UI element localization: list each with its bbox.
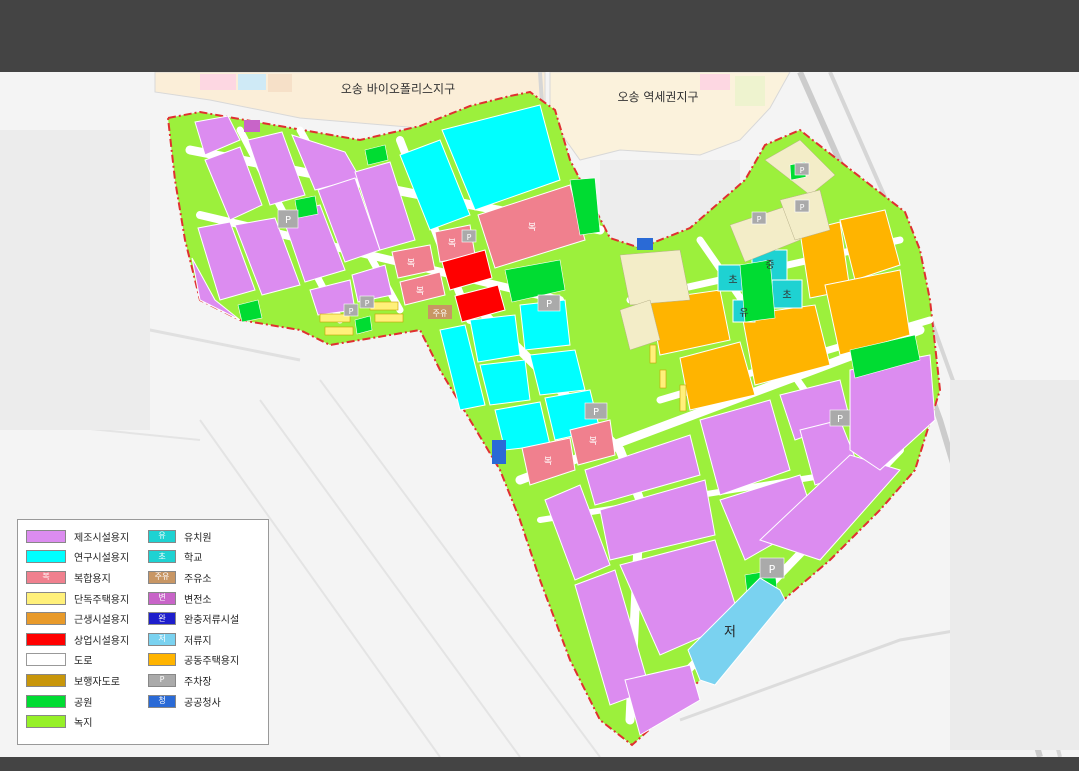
legend-label: 녹지 — [74, 718, 93, 730]
mark-school-1: 초 — [728, 274, 737, 286]
mark-gas-station: 주유 — [433, 309, 448, 318]
mark-parking-8: P — [467, 233, 472, 242]
legend-swatch: P — [148, 673, 176, 687]
legend-item: 근생시설용지 — [26, 608, 129, 629]
mark-parking-2: P — [546, 299, 552, 310]
legend-label: 근생시설용지 — [74, 615, 130, 627]
mark-parking-3: P — [593, 407, 599, 418]
legend-swatch — [26, 529, 66, 543]
legend-label: 변전소 — [184, 594, 212, 606]
legend-label: 보행자도로 — [74, 676, 120, 688]
legend-item: 제조시설용지 — [26, 526, 129, 547]
legend-swatch: 저 — [148, 632, 176, 646]
mark-parking-5: P — [769, 563, 776, 576]
mark-parking-10: P — [800, 203, 805, 212]
legend-swatch — [26, 591, 66, 605]
legend-label: 학교 — [184, 553, 203, 565]
mark-parking-1: P — [285, 215, 291, 226]
legend-swatch — [26, 653, 66, 667]
legend-item: 완 완충저류시설 — [148, 608, 239, 629]
legend-item: 저 저류지 — [148, 629, 239, 650]
legend-item: 연구시설용지 — [26, 547, 129, 568]
legend-swatch: 유 — [148, 529, 176, 543]
legend-swatch — [26, 694, 66, 708]
legend-swatch — [26, 632, 66, 646]
legend-item: 상업시설용지 — [26, 629, 129, 650]
legend-column-right: 유 유치원초 학교주유 주유소변 변전소완 완충저류시설저 저류지공동주택용지 P 주차장청 공공… — [148, 526, 239, 711]
mark-parking-4: P — [837, 414, 843, 425]
legend-label: 복합용지 — [74, 573, 111, 585]
legend-label: 주유소 — [184, 573, 212, 585]
legend-item: 녹지 — [26, 711, 129, 732]
legend-label: 유치원 — [184, 532, 212, 544]
mark-kindergarten: 유 — [739, 307, 748, 319]
legend-label: 완충저류시설 — [184, 615, 240, 627]
legend-label: 공원 — [74, 697, 93, 709]
mark-mixed-3: 복 — [416, 286, 424, 297]
legend-swatch: 완 — [148, 612, 176, 626]
legend-label: 연구시설용지 — [74, 553, 130, 565]
legend-item: 공원 — [26, 691, 129, 712]
land-use-map: 오송 바이오폴리스지구 오송 역세권지구 복 복 복 복 복 복 초 중 초 유… — [0, 72, 1079, 757]
legend-swatch: 주유 — [148, 570, 176, 584]
legend-column-left: 제조시설용지연구시설용지복 복합용지단독주택용지근생시설용지상업시설용지도로보행자… — [26, 526, 129, 732]
legend-swatch: 변 — [148, 591, 176, 605]
mark-middle-school: 중 — [765, 259, 774, 271]
legend-item: 단독주택용지 — [26, 588, 129, 609]
legend-item: 복 복합용지 — [26, 567, 129, 588]
mark-mixed-6: 복 — [544, 456, 552, 467]
legend-swatch — [26, 550, 66, 564]
legend-item: P 주차장 — [148, 670, 239, 691]
bottom-bar — [0, 757, 1079, 771]
mark-parking-9: P — [800, 166, 805, 175]
legend-item: 주유 주유소 — [148, 567, 239, 588]
legend-swatch — [26, 612, 66, 626]
legend-swatch: 초 — [148, 550, 176, 564]
legend-label: 저류지 — [184, 635, 212, 647]
legend-label: 제조시설용지 — [74, 532, 130, 544]
mark-mixed-5: 복 — [589, 436, 597, 447]
mark-parking-6: P — [349, 307, 354, 316]
legend-label: 상업시설용지 — [74, 635, 130, 647]
map-legend: 제조시설용지연구시설용지복 복합용지단독주택용지근생시설용지상업시설용지도로보행자… — [17, 519, 269, 745]
legend-swatch — [148, 653, 176, 667]
top-bar — [0, 0, 1079, 72]
legend-swatch — [26, 673, 66, 687]
mark-parking-7: P — [365, 299, 370, 308]
district-label-bio: 오송 바이오폴리스지구 — [341, 82, 455, 96]
legend-label: 공동주택용지 — [184, 656, 240, 668]
district-label-station: 오송 역세권지구 — [617, 90, 698, 104]
legend-item: 초 학교 — [148, 547, 239, 568]
mark-mixed-1: 복 — [528, 222, 536, 233]
legend-item: 유 유치원 — [148, 526, 239, 547]
legend-swatch — [26, 715, 66, 729]
legend-label: 주차장 — [184, 676, 212, 688]
legend-item: 공동주택용지 — [148, 650, 239, 671]
legend-label: 단독주택용지 — [74, 594, 130, 606]
legend-item: 변 변전소 — [148, 588, 239, 609]
legend-item: 도로 — [26, 650, 129, 671]
mark-parking-11: P — [757, 215, 762, 224]
mark-school-2: 초 — [782, 289, 791, 301]
legend-label: 도로 — [74, 656, 93, 668]
legend-item: 보행자도로 — [26, 670, 129, 691]
legend-swatch: 청 — [148, 694, 176, 708]
legend-item: 청 공공청사 — [148, 691, 239, 712]
mark-mixed-4: 복 — [448, 238, 456, 249]
mark-reservoir: 저 — [724, 625, 736, 640]
legend-swatch: 복 — [26, 570, 66, 584]
mark-mixed-2: 복 — [407, 258, 415, 269]
legend-label: 공공청사 — [184, 697, 221, 709]
